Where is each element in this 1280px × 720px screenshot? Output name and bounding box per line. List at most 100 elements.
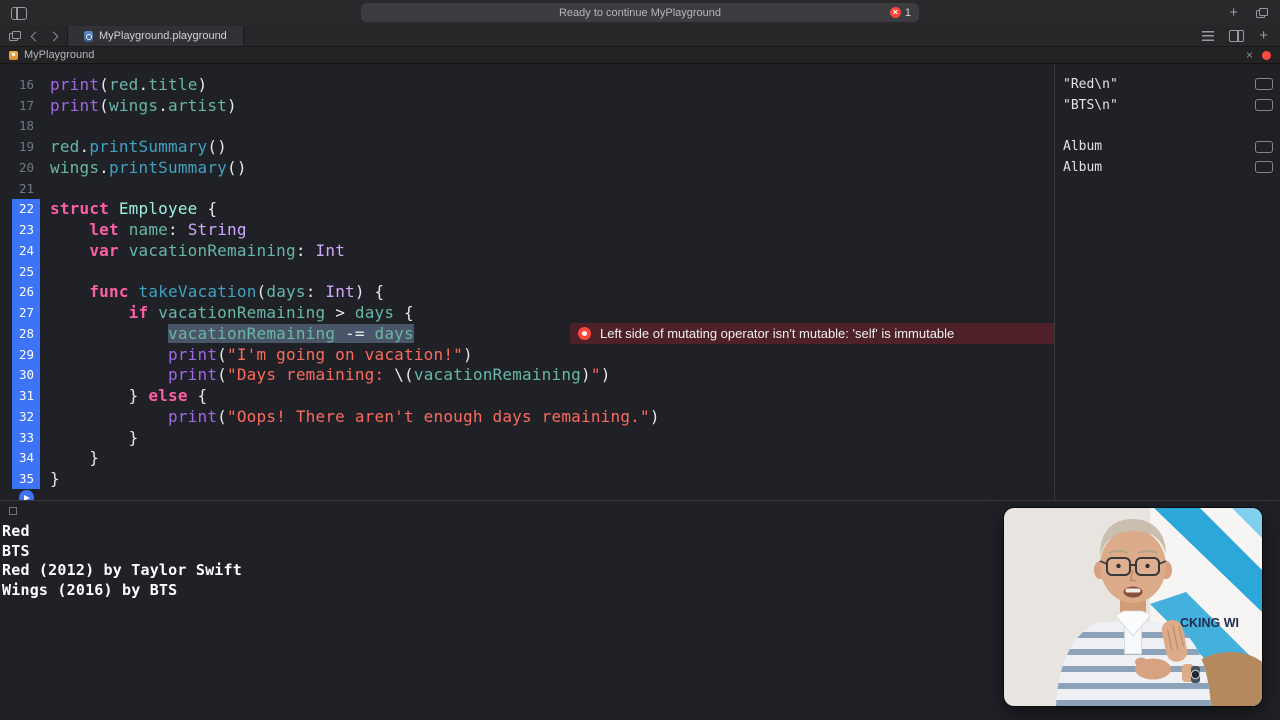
code-text: wings.printSummary() xyxy=(40,158,247,177)
code-text: var vacationRemaining: Int xyxy=(40,241,345,260)
code-token: ( xyxy=(217,365,228,385)
playground-icon xyxy=(9,50,18,60)
editor-options-icon[interactable] xyxy=(1202,31,1215,41)
code-token: days xyxy=(354,303,395,323)
line-number: 32 xyxy=(12,406,40,427)
code-token: let xyxy=(89,220,119,240)
code-token: ) xyxy=(600,365,611,385)
line-number: 31 xyxy=(12,385,40,406)
code-token: days xyxy=(374,323,414,343)
code-text: } xyxy=(40,469,60,488)
activity-status-pill[interactable]: Ready to continue MyPlayground 1 xyxy=(361,3,919,22)
console-resize-grip[interactable] xyxy=(9,507,17,515)
new-editor-icon[interactable]: + xyxy=(1259,28,1268,43)
code-line[interactable]: 20 wings.printSummary() xyxy=(0,157,1054,178)
line-number: 26 xyxy=(12,281,40,303)
jump-bar-item[interactable]: MyPlayground xyxy=(24,49,94,61)
tab-myplayground[interactable]: MyPlayground.playground xyxy=(67,26,244,46)
code-line[interactable]: 21 xyxy=(0,178,1054,199)
code-token: : xyxy=(168,220,188,240)
result-value: Album xyxy=(1063,159,1103,175)
code-line[interactable]: 31 } else { xyxy=(0,385,1054,406)
tab-bar: MyPlayground.playground + xyxy=(0,26,1280,47)
code-line[interactable]: 30 print("Days remaining: \(vacationRema… xyxy=(0,364,1054,386)
code-line[interactable]: 16 print(red.title) xyxy=(0,74,1054,95)
code-line[interactable]: 27 if vacationRemaining > days { xyxy=(0,302,1054,323)
nav-forward-icon[interactable] xyxy=(48,31,59,41)
code-line[interactable]: 35} xyxy=(0,468,1054,489)
code-token: ) xyxy=(463,344,473,364)
line-number: 29 xyxy=(12,343,40,365)
line-number: 23 xyxy=(12,219,40,240)
code-line[interactable]: 28 vacationRemaining -= days Left side of… xyxy=(0,323,1054,344)
close-icon[interactable]: × xyxy=(1246,49,1253,61)
tab-overview-icon[interactable] xyxy=(1256,8,1268,18)
code-line[interactable]: 34 } xyxy=(0,447,1054,469)
code-token: () xyxy=(227,157,247,177)
code-lines[interactable]: 16 print(red.title) 17 print(wings.artist) 1… xyxy=(0,65,1054,500)
error-icon xyxy=(578,326,591,340)
code-line[interactable]: 18 xyxy=(0,116,1054,137)
code-token: vacationRemaining xyxy=(168,323,336,343)
line-number: 33 xyxy=(12,426,40,448)
window-layout-icon[interactable] xyxy=(11,6,27,20)
code-token: name xyxy=(128,220,169,240)
code-token: ) xyxy=(227,95,237,115)
line-number: 19 xyxy=(18,139,34,155)
code-line[interactable]: 22 struct Employee { xyxy=(0,198,1054,220)
code-token: "I'm going on vacation!" xyxy=(227,344,464,364)
code-line[interactable]: 29 print("I'm going on vacation!") xyxy=(0,343,1054,365)
code-line[interactable]: 17 print(wings.artist) xyxy=(0,95,1054,116)
code-token: " xyxy=(590,365,601,385)
code-line[interactable]: 23 let name: String xyxy=(0,219,1054,240)
code-token: ) { xyxy=(354,282,385,302)
code-token: > xyxy=(325,303,355,323)
error-count-icon xyxy=(889,7,901,18)
code-line[interactable]: 19 red.printSummary() xyxy=(0,136,1054,157)
code-line[interactable]: 33 } xyxy=(0,426,1054,448)
line-number: 21 xyxy=(18,180,34,196)
code-token: ) xyxy=(581,365,591,385)
result-toggle-button[interactable] xyxy=(1255,140,1273,153)
result-row: "Red\n" xyxy=(1055,74,1280,95)
code-token: else xyxy=(148,386,188,406)
code-line[interactable]: 26 func takeVacation(days: Int) { xyxy=(0,281,1054,303)
code-text: print("Oops! There aren't enough days re… xyxy=(40,407,660,426)
code-line[interactable]: 25 xyxy=(0,260,1054,282)
run-button[interactable] xyxy=(19,490,34,500)
nav-back-icon[interactable] xyxy=(30,31,41,41)
result-toggle-button[interactable] xyxy=(1255,78,1273,91)
error-banner[interactable]: Left side of mutating operator isn't mut… xyxy=(570,323,1054,344)
line-number: 25 xyxy=(12,260,40,282)
result-value: "BTS\n" xyxy=(1063,97,1118,113)
code-token: String xyxy=(187,220,247,240)
code-text: struct Employee { xyxy=(40,199,217,218)
code-token: Int xyxy=(325,282,355,302)
code-token: } xyxy=(50,448,100,468)
line-number: 17 xyxy=(18,97,34,113)
poster-text: CKING WI xyxy=(1180,616,1239,630)
code-line[interactable]: 32 print("Oops! There aren't enough days… xyxy=(0,406,1054,427)
result-row: Album xyxy=(1055,136,1280,157)
webcam-overlay: CKING WI xyxy=(1004,508,1262,706)
code-token: { xyxy=(394,303,414,323)
add-editor-icon[interactable] xyxy=(1229,30,1245,42)
line-number: 20 xyxy=(18,159,34,175)
add-tab-icon[interactable]: + xyxy=(1229,5,1238,20)
results-sidebar: "Red\n" "BTS\n" Album Album xyxy=(1054,65,1280,500)
issue-count[interactable]: 1 xyxy=(889,3,911,22)
code-text: print("I'm going on vacation!") xyxy=(40,345,473,364)
code-token: print xyxy=(50,95,100,115)
result-toggle-button[interactable] xyxy=(1255,99,1273,112)
code-line[interactable]: 24 var vacationRemaining: Int xyxy=(0,240,1054,261)
show-all-tabs-icon[interactable] xyxy=(9,31,21,41)
code-token: var xyxy=(89,240,119,260)
line-number: 35 xyxy=(12,468,40,489)
result-toggle-button[interactable] xyxy=(1255,161,1273,174)
